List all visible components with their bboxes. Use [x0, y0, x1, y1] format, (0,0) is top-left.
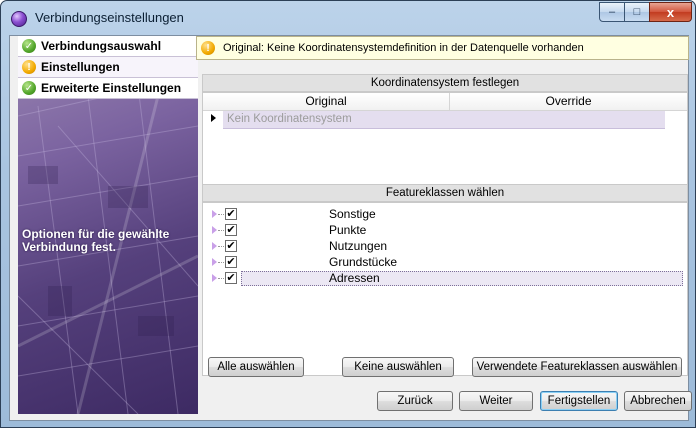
window-title: Verbindungseinstellungen: [35, 10, 184, 25]
column-header-override[interactable]: Override: [450, 93, 687, 111]
step-description: Optionen für die gewählte Verbindung fes…: [22, 227, 170, 254]
tree-connector: [218, 230, 224, 231]
column-header-original[interactable]: Original: [203, 93, 450, 111]
step-label: Einstellungen: [41, 60, 120, 74]
maximize-icon: □: [633, 6, 641, 18]
info-text: Original: Keine Koordinatensystemdefinit…: [223, 42, 584, 54]
tree-connector: [218, 214, 224, 215]
step-erweiterte-einstellungen[interactable]: ✓ Erweiterte Einstellungen: [18, 78, 198, 99]
tree-item-adressen[interactable]: ✔ Adressen: [203, 271, 683, 287]
selection-highlight: [241, 271, 683, 286]
check-icon: ✓: [22, 39, 36, 53]
cancel-button[interactable]: Abbrechen: [624, 391, 692, 411]
warning-icon: !: [22, 60, 36, 74]
info-message-bar: ! Original: Keine Koordinatensystemdefin…: [196, 36, 689, 60]
title-bar[interactable]: Verbindungseinstellungen – □ x: [1, 1, 695, 35]
select-none-button[interactable]: Keine auswählen: [342, 357, 454, 377]
coordinate-system-header: Koordinatensystem festlegen: [202, 74, 688, 92]
item-label: Adressen: [329, 271, 380, 285]
expand-icon[interactable]: [212, 210, 217, 218]
select-used-button[interactable]: Verwendete Featureklassen auswählen: [472, 357, 682, 377]
select-all-button[interactable]: Alle auswählen: [208, 357, 304, 377]
feature-class-tree: ✔ Sonstige ✔ Punkte ✔ Nutzungen ✔ Grunds…: [202, 202, 688, 376]
tree-connector: [218, 278, 224, 279]
back-button[interactable]: Zurück: [377, 391, 453, 411]
wizard-steps: ✓ Verbindungsauswahl ! Einstellungen ✓ E…: [18, 36, 198, 99]
item-checkbox[interactable]: ✔: [225, 240, 237, 252]
step-label: Verbindungsauswahl: [41, 39, 162, 53]
item-label: Nutzungen: [329, 239, 388, 253]
next-button[interactable]: Weiter: [459, 391, 533, 411]
original-cell: Kein Koordinatensystem: [227, 113, 352, 125]
minimize-button[interactable]: –: [599, 2, 625, 22]
warning-icon: !: [201, 41, 215, 55]
tree-connector: [218, 262, 224, 263]
check-icon: ✓: [22, 81, 36, 95]
close-button[interactable]: x: [649, 2, 692, 22]
item-checkbox[interactable]: ✔: [225, 208, 237, 220]
minimize-icon: –: [608, 6, 616, 18]
wizard-sidebar: ✓ Verbindungsauswahl ! Einstellungen ✓ E…: [18, 36, 198, 414]
close-icon: x: [666, 4, 675, 20]
expand-icon[interactable]: [212, 258, 217, 266]
tree-item-grundstuecke[interactable]: ✔ Grundstücke: [203, 255, 683, 271]
maximize-button[interactable]: □: [624, 2, 650, 22]
item-checkbox[interactable]: ✔: [225, 272, 237, 284]
expand-icon[interactable]: [212, 226, 217, 234]
item-label: Sonstige: [329, 207, 376, 221]
table-row[interactable]: Kein Koordinatensystem: [223, 111, 665, 129]
main-panel: ! Original: Keine Koordinatensystemdefin…: [196, 36, 692, 422]
row-pointer-icon: [211, 114, 216, 122]
dialog-client: ✓ Verbindungsauswahl ! Einstellungen ✓ E…: [9, 35, 692, 422]
expand-icon[interactable]: [212, 274, 217, 282]
step-einstellungen[interactable]: ! Einstellungen: [18, 57, 198, 78]
tree-item-punkte[interactable]: ✔ Punkte: [203, 223, 683, 239]
item-label: Punkte: [329, 223, 367, 237]
step-verbindungsauswahl[interactable]: ✓ Verbindungsauswahl: [18, 36, 198, 57]
tree-connector: [218, 246, 224, 247]
app-icon: [11, 11, 27, 27]
item-checkbox[interactable]: ✔: [225, 256, 237, 268]
item-checkbox[interactable]: ✔: [225, 224, 237, 236]
step-label: Erweiterte Einstellungen: [41, 81, 182, 95]
feature-classes-header: Featureklassen wählen: [202, 184, 688, 202]
tree-item-sonstige[interactable]: ✔ Sonstige: [203, 207, 683, 223]
expand-icon[interactable]: [212, 242, 217, 250]
dialog-window: Verbindungseinstellungen – □ x ✓ Verbind…: [0, 0, 696, 428]
tree-item-nutzungen[interactable]: ✔ Nutzungen: [203, 239, 683, 255]
finish-button[interactable]: Fertigstellen: [540, 391, 618, 411]
item-label: Grundstücke: [329, 255, 398, 269]
